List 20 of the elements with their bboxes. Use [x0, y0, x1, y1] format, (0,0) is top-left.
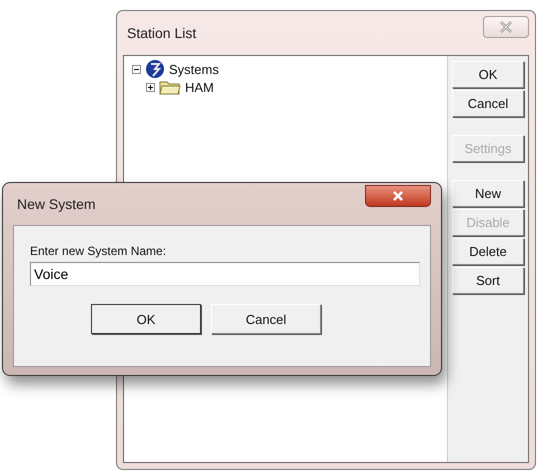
expand-toggle[interactable] [146, 82, 155, 92]
dialog-title: New System [16, 196, 96, 212]
close-button[interactable] [365, 185, 431, 207]
side-button[interactable]: Cancel [452, 90, 524, 117]
side-button[interactable]: New [452, 180, 524, 207]
side-button[interactable]: Delete [452, 238, 524, 265]
close-icon [499, 21, 513, 33]
input-field[interactable]: Voice [30, 262, 420, 286]
tree-item[interactable]: Systems [169, 62, 219, 76]
collapse-toggle[interactable] [132, 64, 141, 74]
tree-item[interactable]: HAM [185, 80, 214, 94]
folder-icon [159, 79, 181, 95]
dialog-button[interactable]: Cancel [211, 304, 321, 334]
close-icon [391, 190, 405, 202]
side-button[interactable]: OK [452, 61, 524, 88]
window-title: Station List [126, 25, 196, 41]
dialog-button[interactable]: OK [91, 304, 201, 334]
side-button[interactable]: Sort [452, 267, 524, 294]
prompt-label: Enter new System Name: [30, 244, 168, 258]
globe-icon [145, 59, 165, 79]
